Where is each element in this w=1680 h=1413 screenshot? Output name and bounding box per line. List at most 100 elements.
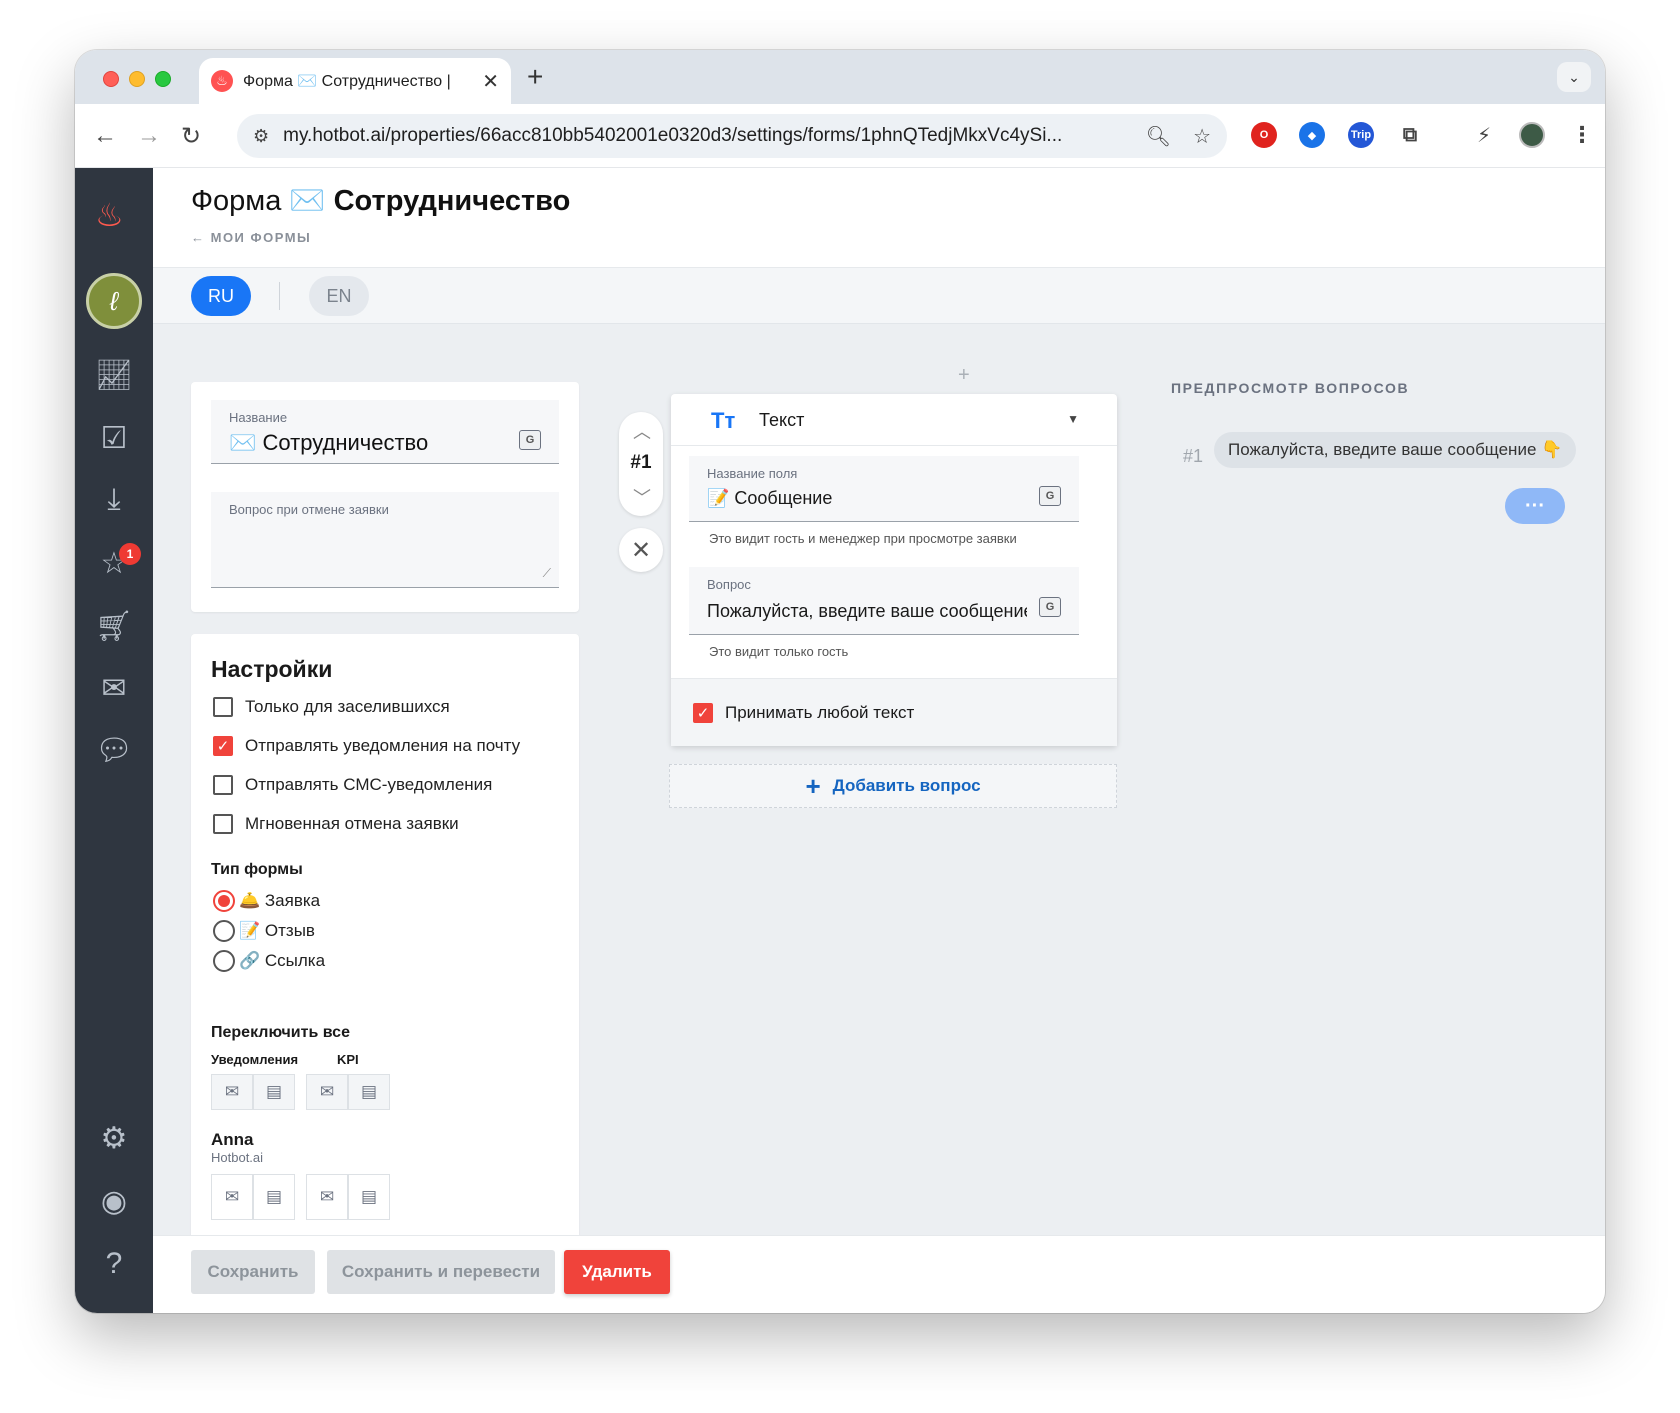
chat-bubble-icon[interactable]: 💬︎ [92,728,136,772]
preview-question-number: #1 [1183,446,1204,466]
mail-toggle-icon[interactable]: ✉ [306,1174,348,1220]
browser-toolbar: ← → ↻ ⚙ my.hotbot.ai/properties/66acc810… [75,104,1605,168]
breadcrumb-back-link[interactable]: ← МОИ ФОРМЫ [191,230,311,245]
question-type-label: Текст [759,410,805,430]
notifications-column-label: Уведомления [211,1052,299,1067]
tasks-check-icon[interactable]: ☑ [92,416,136,460]
url-text[interactable]: my.hotbot.ai/properties/66acc810bb540200… [283,125,1124,147]
close-tab-icon[interactable]: ✕ [482,69,499,94]
account-user-icon[interactable]: ◉ [92,1179,136,1223]
option-label: Мгновенная отмена заявки [245,814,459,833]
save-and-translate-button[interactable]: Сохранить и перевести [327,1250,555,1294]
mail-send-icon[interactable]: ✉ [92,666,136,710]
add-question-label: Добавить вопрос [832,776,981,795]
opera-extension-icon[interactable]: O [1251,122,1277,148]
add-question-button[interactable]: + Добавить вопрос [669,764,1117,808]
action-footer: Сохранить Сохранить и перевести Удалить [153,1235,1605,1313]
question-type-select[interactable]: Tт Текст ▼ [671,394,1117,446]
language-bar: RU EN [153,268,1605,324]
question-text-value[interactable]: Пожалуйста, введите ваше сообщение 👇 [707,601,1027,622]
preview-more-button[interactable]: ··· [1505,488,1565,524]
form-name-card: Название ✉️ Сотрудничество G Вопрос при … [191,382,579,612]
site-settings-icon[interactable]: ⚙ [253,126,269,147]
property-avatar[interactable]: ℓ [86,273,142,329]
radio[interactable] [213,920,235,942]
forward-arrow-icon[interactable]: → [137,122,161,150]
option-label: Только для заселившихся [245,697,450,716]
analytics-chart-icon[interactable]: 📈︎ [92,353,136,397]
lang-en-button[interactable]: EN [309,276,369,316]
option-email-notifications[interactable]: ✓ Отправлять уведомления на почту [213,736,520,756]
checkbox-checked[interactable]: ✓ [213,736,233,756]
bookmark-star-icon[interactable]: ☆ [1193,124,1211,149]
checkbox[interactable] [213,814,233,834]
back-arrow-icon[interactable]: ← [93,122,117,150]
address-bar[interactable]: ⚙ my.hotbot.ai/properties/66acc810bb5402… [237,114,1227,158]
option-instant-cancel[interactable]: Мгновенная отмена заявки [213,814,459,834]
tag-extension-icon[interactable]: ◆ [1299,122,1325,148]
move-down-chevron-icon[interactable]: ﹀ [633,484,651,510]
help-question-icon[interactable]: ? [92,1242,136,1286]
question-order-control: ︿ #1 ﹀ [619,412,663,516]
translate-icon[interactable]: G [1039,597,1061,617]
message-toggle-icon[interactable]: ▤ [253,1174,295,1220]
question-card: Tт Текст ▼ Название поля 📝 Сообщение G Э… [671,394,1117,746]
mail-toggle-icon[interactable]: ✉ [211,1074,253,1110]
form-type-request[interactable]: 🛎️ Заявка [213,890,320,912]
translate-icon[interactable]: G [1039,486,1061,506]
radio-selected[interactable] [213,890,235,912]
name-field-label: Название [229,410,288,425]
form-type-link[interactable]: 🔗 Ссылка [213,950,325,972]
checkbox-checked[interactable]: ✓ [693,703,713,723]
minimize-window-button[interactable] [129,71,145,87]
move-up-chevron-icon[interactable]: ︿ [633,418,651,444]
inbox-download-icon[interactable]: ⤓ [92,478,136,522]
browser-tab[interactable]: ♨ Форма ✉️ Сотрудничество | ✕ [199,58,511,104]
save-button[interactable]: Сохранить [191,1250,315,1294]
accept-any-text-option[interactable]: ✓ Принимать любой текст [693,703,914,723]
delete-question-icon[interactable]: ✕ [619,528,663,572]
message-toggle-icon[interactable]: ▤ [348,1174,390,1220]
trip-extension-icon[interactable]: Trip [1348,122,1374,148]
lang-ru-button[interactable]: RU [191,276,251,316]
message-toggle-icon[interactable]: ▤ [348,1074,390,1110]
performance-icon[interactable]: ⚡ [1471,122,1497,148]
shop-cart-icon[interactable]: 🛒︎ [92,604,136,648]
mail-toggle-icon[interactable]: ✉ [306,1074,348,1110]
hotbot-favicon-icon: ♨ [211,70,233,92]
profile-avatar[interactable] [1519,122,1545,148]
resize-handle-icon[interactable]: ⟋ [543,566,551,581]
new-tab-button[interactable]: + [527,61,543,93]
close-window-button[interactable] [103,71,119,87]
question-text-input[interactable]: Вопрос Пожалуйста, введите ваше сообщени… [689,567,1079,635]
settings-card: Настройки Только для заселившихся ✓ Отпр… [191,634,579,1254]
hotbot-logo-icon[interactable]: ♨ [95,196,124,234]
name-field[interactable]: Название ✉️ Сотрудничество G [211,400,559,464]
name-field-value[interactable]: ✉️ Сотрудничество [229,430,428,456]
settings-gear-icon[interactable]: ⚙ [92,1116,136,1160]
dropdown-arrow-icon[interactable]: ▼ [1067,412,1079,426]
checkbox[interactable] [213,775,233,795]
user-name: Anna [211,1130,254,1149]
option-sms-notifications[interactable]: Отправлять СМС-уведомления [213,775,492,795]
field-name-value[interactable]: 📝 Сообщение [707,488,832,509]
message-toggle-icon[interactable]: ▤ [253,1074,295,1110]
main-content: Название ✉️ Сотрудничество G Вопрос при … [153,324,1605,1254]
insert-question-above-button[interactable]: + [958,364,970,387]
mail-toggle-icon[interactable]: ✉ [211,1174,253,1220]
radio[interactable] [213,950,235,972]
page-title-prefix: Форма ✉️ [191,185,326,217]
form-type-review[interactable]: 📝 Отзыв [213,920,315,942]
zoom-icon[interactable]: 🔍︎ [1146,124,1171,149]
delete-button[interactable]: Удалить [564,1250,670,1294]
browser-menu-icon[interactable]: ⋮ [1569,122,1595,148]
extensions-puzzle-icon[interactable]: ⧉ [1397,122,1423,148]
maximize-window-button[interactable] [155,71,171,87]
cancel-question-field[interactable]: Вопрос при отмене заявки ⟋ [211,492,559,588]
checkbox[interactable] [213,697,233,717]
tab-search-chevron-icon[interactable]: ⌄ [1557,62,1591,92]
option-checked-in-only[interactable]: Только для заселившихся [213,697,450,717]
field-name-input[interactable]: Название поля 📝 Сообщение G [689,456,1079,522]
translate-icon[interactable]: G [519,430,541,450]
reload-icon[interactable]: ↻ [181,122,201,151]
